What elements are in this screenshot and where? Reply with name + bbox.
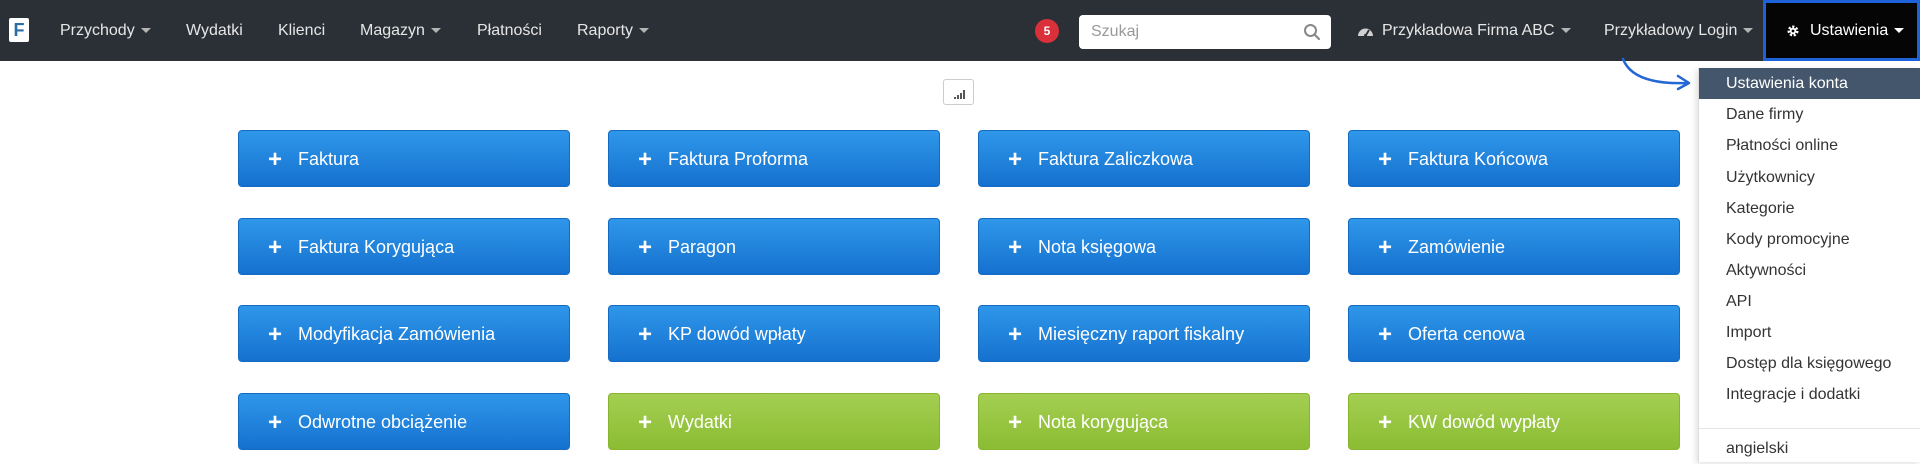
plus-icon: +	[268, 146, 283, 173]
menu-item-kategorie[interactable]: Kategorie	[1699, 193, 1920, 224]
tile-label: KW dowód wypłaty	[1408, 412, 1561, 432]
tile-label: Faktura Proforma	[668, 149, 809, 169]
tile-label: Oferta cenowa	[1408, 324, 1526, 344]
plus-icon: +	[1378, 321, 1393, 348]
nav-wydatki[interactable]: Wydatki	[186, 0, 243, 61]
plus-icon: +	[638, 321, 653, 348]
menu-item-language[interactable]: angielski	[1699, 433, 1920, 464]
tile-label: Nota księgowa	[1038, 237, 1157, 257]
new-zamowienie-button[interactable]: + Zamówienie	[1348, 218, 1680, 275]
top-navbar: F Przychody Wydatki Klienci Magazyn Płat…	[0, 0, 1920, 61]
nav-label: Klienci	[278, 22, 326, 39]
settings-label: Ustawienia	[1810, 22, 1889, 39]
caret-down-icon	[430, 28, 441, 34]
tile-label: Faktura Końcowa	[1408, 149, 1549, 169]
menu-divider	[1699, 428, 1920, 429]
menu-item-uzytkownicy[interactable]: Użytkownicy	[1699, 162, 1920, 193]
plus-icon: +	[1378, 409, 1393, 436]
new-nota-korygujaca-button[interactable]: + Nota korygująca	[978, 393, 1310, 450]
menu-item-dane-firmy[interactable]: Dane firmy	[1699, 99, 1920, 130]
new-kw-dowod-wyplaty-button[interactable]: + KW dowód wypłaty	[1348, 393, 1680, 450]
tile-label: Miesięczny raport fiskalny	[1038, 324, 1245, 344]
tile-label: KP dowód wpłaty	[668, 324, 806, 344]
menu-item-api[interactable]: API	[1699, 286, 1920, 317]
menu-item-dostep-dla-ksiegowego[interactable]: Dostęp dla księgowego	[1699, 348, 1920, 379]
tile-label: Modyfikacja Zamówienia	[298, 324, 496, 344]
dashboard-icon	[1358, 28, 1373, 38]
new-faktura-koncowa-button[interactable]: + Faktura Końcowa	[1348, 130, 1680, 187]
nav-label: Płatności	[477, 22, 542, 39]
search-icon[interactable]	[1303, 23, 1321, 41]
search-box	[1079, 15, 1331, 49]
plus-icon: +	[268, 234, 283, 261]
plus-icon: +	[268, 409, 283, 436]
plus-icon: +	[1008, 409, 1023, 436]
menu-item-ustawienia-konta[interactable]: Ustawienia konta	[1699, 68, 1920, 99]
tile-label: Zamówienie	[1408, 237, 1506, 257]
tile-label: Faktura	[298, 149, 360, 169]
caret-down-icon	[140, 28, 151, 34]
app-logo[interactable]: F	[9, 18, 29, 42]
nav-przychody[interactable]: Przychody	[60, 0, 151, 61]
plus-icon: +	[1008, 234, 1023, 261]
nav-label: Magazyn	[360, 22, 425, 39]
menu-item-kody-promocyjne[interactable]: Kody promocyjne	[1699, 224, 1920, 255]
tile-label: Odwrotne obciążenie	[298, 412, 468, 432]
menu-item-platnosci-online[interactable]: Płatności online	[1699, 130, 1920, 161]
company-name: Przykładowa Firma ABC	[1382, 22, 1555, 39]
tile-label: Nota korygująca	[1038, 412, 1169, 432]
menu-item-integracje-i-dodatki[interactable]: Integracje i dodatki	[1699, 379, 1920, 410]
caret-down-icon	[1894, 28, 1905, 34]
new-modyfikacja-zamowienia-button[interactable]: + Modyfikacja Zamówienia	[238, 305, 570, 362]
caret-down-icon	[1560, 28, 1571, 34]
search-input[interactable]	[1091, 15, 1291, 49]
signal-bars-icon	[954, 90, 965, 99]
nav-label: Przychody	[60, 22, 135, 39]
login-name: Przykładowy Login	[1604, 22, 1738, 39]
plus-icon: +	[1008, 146, 1023, 173]
new-kp-dowod-wplaty-button[interactable]: + KP dowód wpłaty	[608, 305, 940, 362]
nav-klienci[interactable]: Klienci	[278, 0, 325, 61]
nav-label: Wydatki	[186, 22, 243, 39]
company-switcher[interactable]: Przykładowa Firma ABC	[1357, 0, 1571, 61]
plus-icon: +	[638, 146, 653, 173]
settings-dropdown-menu: Ustawienia konta Dane firmy Płatności on…	[1698, 68, 1920, 462]
new-oferta-cenowa-button[interactable]: + Oferta cenowa	[1348, 305, 1680, 362]
menu-item-import[interactable]: Import	[1699, 317, 1920, 348]
user-login-menu[interactable]: Przykładowy Login	[1604, 0, 1754, 61]
new-faktura-zaliczkowa-button[interactable]: + Faktura Zaliczkowa	[978, 130, 1310, 187]
tile-label: Paragon	[668, 237, 737, 257]
plus-icon: +	[1008, 321, 1023, 348]
plus-icon: +	[638, 409, 653, 436]
plus-icon: +	[268, 321, 283, 348]
nav-magazyn[interactable]: Magazyn	[360, 0, 441, 61]
new-paragon-button[interactable]: + Paragon	[608, 218, 940, 275]
menu-item-aktywnosci[interactable]: Aktywności	[1699, 255, 1920, 286]
gear-icon	[1787, 25, 1799, 37]
plus-icon: +	[1378, 234, 1393, 261]
stats-toggle-button[interactable]	[943, 79, 974, 105]
nav-label: Raporty	[577, 22, 634, 39]
new-miesieczny-raport-fiskalny-button[interactable]: + Miesięczny raport fiskalny	[978, 305, 1310, 362]
caret-down-icon	[639, 28, 650, 34]
notification-badge[interactable]: 5	[1035, 19, 1059, 43]
nav-platnosci[interactable]: Płatności	[477, 0, 542, 61]
tile-label: Faktura Zaliczkowa	[1038, 149, 1194, 169]
plus-icon: +	[1378, 146, 1393, 173]
tile-label: Wydatki	[668, 412, 732, 432]
new-odwrotne-obciazenie-button[interactable]: + Odwrotne obciążenie	[238, 393, 570, 450]
annotation-arrow-icon	[1621, 57, 1691, 91]
new-nota-ksiegowa-button[interactable]: + Nota księgowa	[978, 218, 1310, 275]
nav-raporty[interactable]: Raporty	[577, 0, 650, 61]
new-faktura-proforma-button[interactable]: + Faktura Proforma	[608, 130, 940, 187]
new-faktura-button[interactable]: + Faktura	[238, 130, 570, 187]
tile-label: Faktura Korygująca	[298, 237, 455, 257]
settings-menu-button[interactable]: Ustawienia	[1763, 0, 1920, 61]
caret-down-icon	[1743, 28, 1754, 34]
plus-icon: +	[638, 234, 653, 261]
new-wydatki-button[interactable]: + Wydatki	[608, 393, 940, 450]
new-faktura-korygujaca-button[interactable]: + Faktura Korygująca	[238, 218, 570, 275]
